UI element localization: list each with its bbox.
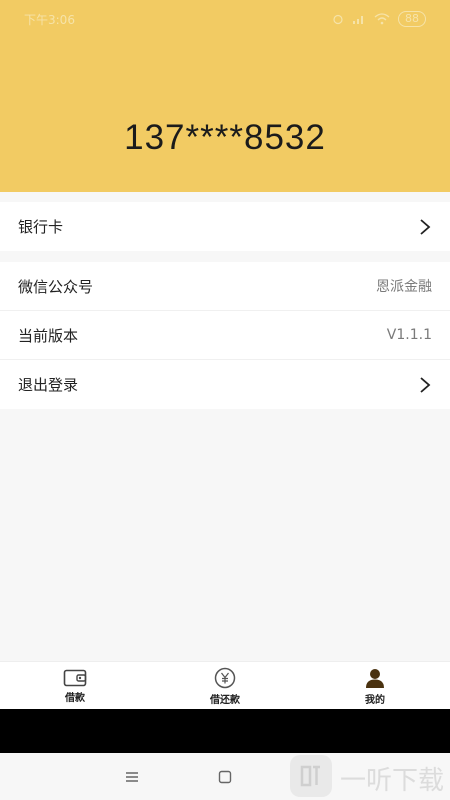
status-icons: 88 (332, 11, 426, 27)
profile-header: 下午3:06 88 137****8532 (0, 0, 450, 192)
logout-row[interactable]: 退出登录 (0, 360, 450, 409)
wifi-icon (374, 13, 390, 25)
user-phone-number: 137****8532 (124, 118, 326, 157)
wallet-icon (63, 669, 87, 686)
wechat-account-row[interactable]: 微信公众号 恩派金融 (0, 262, 450, 311)
bank-card-label: 银行卡 (18, 218, 64, 236)
wechat-account-value: 恩派金融 (376, 279, 432, 295)
tab-mine-label: 我的 (365, 694, 385, 706)
tab-borrow-label: 借款 (65, 692, 85, 704)
tab-repay-label: 借还款 (210, 694, 240, 706)
tab-borrow[interactable]: 借款 (15, 669, 135, 704)
logout-label: 退出登录 (18, 376, 79, 394)
yuan-coin-icon (214, 667, 236, 688)
version-label: 当前版本 (18, 326, 79, 345)
user-icon (366, 668, 384, 688)
home-icon[interactable] (213, 765, 237, 789)
chevron-right-icon (420, 376, 431, 393)
tab-repay[interactable]: 借还款 (165, 667, 285, 706)
menu-group-bank: 银行卡 (0, 202, 450, 251)
battery-indicator: 88 (398, 11, 426, 27)
status-bar: 下午3:06 88 (0, 0, 450, 38)
wechat-account-label: 微信公众号 (18, 277, 94, 296)
alarm-icon (333, 14, 343, 25)
bottom-tab-bar: 借款 借还款 我的 (0, 661, 450, 710)
version-row: 当前版本 V1.1.1 (0, 311, 450, 360)
tab-mine[interactable]: 我的 (315, 667, 435, 706)
black-band (0, 709, 450, 753)
status-time: 下午3:06 (24, 12, 75, 27)
watermark-text: 一听下载 (340, 766, 445, 796)
chevron-right-icon (420, 218, 431, 235)
version-value: V1.1.1 (386, 327, 432, 343)
signal-icon (353, 16, 363, 24)
watermark-logo (290, 755, 332, 797)
menu-icon[interactable] (120, 765, 144, 789)
bank-card-row[interactable]: 银行卡 (0, 202, 450, 251)
menu-group-info: 微信公众号 恩派金融 当前版本 V1.1.1 退出登录 (0, 262, 450, 409)
